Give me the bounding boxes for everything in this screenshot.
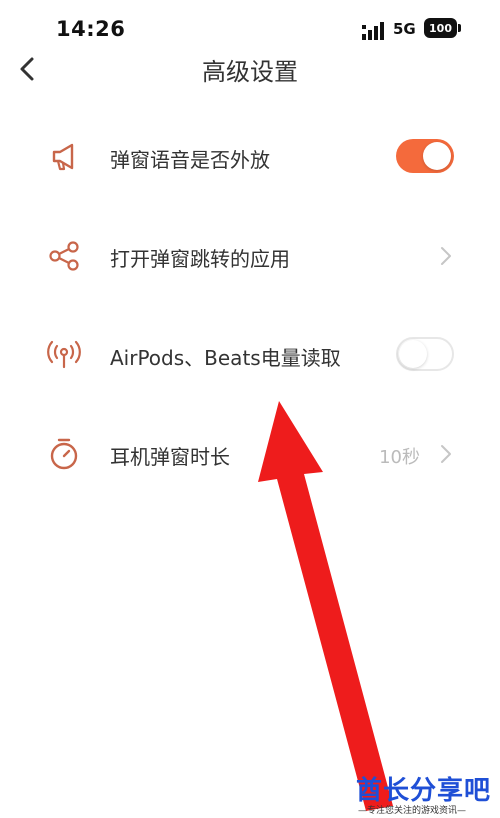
- broadcast-icon: [47, 340, 81, 369]
- setting-label: 耳机弹窗时长: [110, 445, 230, 469]
- airpods-battery-toggle[interactable]: [396, 337, 454, 371]
- setting-row-open-app[interactable]: 打开弹窗跳转的应用: [0, 216, 500, 296]
- page-header: 高级设置: [0, 44, 500, 94]
- setting-row-speaker[interactable]: 弹窗语音是否外放: [0, 117, 500, 197]
- toggle-knob: [399, 340, 427, 368]
- watermark-logo: 酋长分享吧 —专注您关注的游戏资讯—: [356, 770, 496, 816]
- share-icon: [49, 241, 79, 271]
- toggle-knob: [423, 142, 451, 170]
- setting-label: 弹窗语音是否外放: [110, 148, 270, 172]
- battery-level: 100: [424, 18, 457, 38]
- page-title: 高级设置: [202, 58, 298, 86]
- megaphone-icon: [52, 143, 74, 171]
- setting-row-popup-duration[interactable]: 耳机弹窗时长 10秒: [0, 414, 500, 494]
- chevron-right-icon: [441, 445, 451, 463]
- setting-row-airpods[interactable]: AirPods、Beats电量读取: [0, 315, 500, 395]
- speaker-toggle[interactable]: [396, 139, 454, 173]
- chevron-right-icon: [441, 247, 451, 265]
- setting-label: AirPods、Beats电量读取: [110, 346, 341, 370]
- battery-tip: [458, 24, 461, 32]
- setting-value: 10秒: [379, 447, 420, 468]
- battery-icon: 100: [424, 18, 462, 38]
- app-screen: 14:26 5G 100 高级设置 弹窗语音是否外放 打开弹窗跳转的应用 Air…: [0, 0, 500, 818]
- setting-label: 打开弹窗跳转的应用: [110, 247, 290, 271]
- network-label: 5G: [393, 20, 416, 38]
- watermark-title: 酋长分享吧: [356, 776, 492, 806]
- watermark-subtitle: —专注您关注的游戏资讯—: [358, 806, 467, 816]
- timer-icon: [50, 438, 78, 470]
- status-time: 14:26: [56, 17, 126, 41]
- signal-bars-icon: [362, 22, 384, 40]
